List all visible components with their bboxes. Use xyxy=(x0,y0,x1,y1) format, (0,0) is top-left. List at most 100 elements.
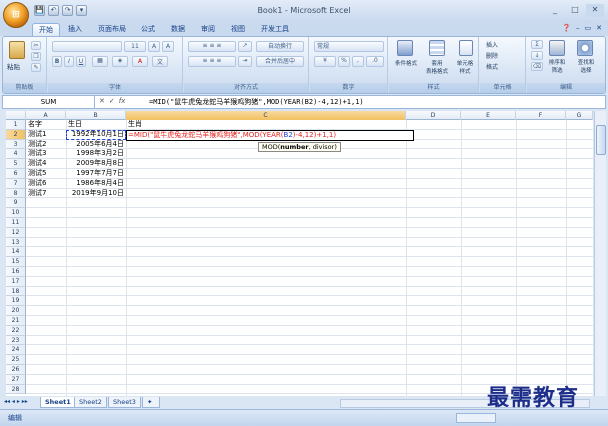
font-color-icon[interactable]: A xyxy=(132,56,148,67)
cancel-icon[interactable]: ✕ xyxy=(99,97,105,105)
minimize-button[interactable]: _ xyxy=(546,4,564,17)
column-header-e[interactable]: E xyxy=(461,111,516,120)
cut-icon[interactable]: ✂ xyxy=(31,41,41,50)
sheet-tab-3[interactable]: Sheet3 xyxy=(108,397,141,408)
paste-label[interactable]: 粘贴 xyxy=(7,61,20,71)
cell-b1[interactable]: 生日 xyxy=(68,120,124,130)
cell-b4[interactable]: 1998年3月2日 xyxy=(68,149,124,159)
format-cells-button[interactable]: 格式 xyxy=(486,62,498,71)
cell-a4[interactable]: 测试3 xyxy=(28,149,64,159)
row-header-15[interactable]: 15 xyxy=(6,257,26,267)
decimal-icon[interactable]: .0 xyxy=(366,56,384,67)
cell-c1[interactable]: 生肖 xyxy=(128,120,404,130)
column-header-d[interactable]: D xyxy=(406,111,461,120)
italic-icon[interactable]: I xyxy=(64,56,74,67)
office-button[interactable]: ⊞ xyxy=(3,2,29,28)
column-header-c[interactable]: C xyxy=(126,111,406,120)
row-header-21[interactable]: 21 xyxy=(6,316,26,326)
tab-view[interactable]: 视图 xyxy=(225,23,251,36)
find-select-label[interactable]: 查找和 选择 xyxy=(571,58,601,74)
row-header-24[interactable]: 24 xyxy=(6,345,26,356)
row-header-5[interactable]: 5 xyxy=(6,159,26,169)
mini-minimize-icon[interactable]: – xyxy=(576,24,580,32)
name-box[interactable]: SUM xyxy=(3,96,95,108)
row-header-11[interactable]: 11 xyxy=(6,218,26,228)
tab-developer[interactable]: 开发工具 xyxy=(255,23,295,36)
table-format-icon[interactable] xyxy=(429,40,445,56)
cell-a2[interactable]: 测试1 xyxy=(28,130,64,140)
shrink-font-icon[interactable]: A xyxy=(162,41,174,52)
tab-insert[interactable]: 插入 xyxy=(62,23,88,36)
wrap-text-button[interactable]: 自动换行 xyxy=(256,41,304,52)
function-tooltip[interactable]: MOD(number, divisor) xyxy=(258,141,341,152)
row-header-25[interactable]: 25 xyxy=(6,355,26,365)
row-header-17[interactable]: 17 xyxy=(6,276,26,287)
orientation-icon[interactable]: ↗ xyxy=(238,41,252,52)
number-format-select[interactable]: 常规 xyxy=(314,41,384,52)
row-header-9[interactable]: 9 xyxy=(6,198,26,209)
row-header-23[interactable]: 23 xyxy=(6,335,26,346)
bold-icon[interactable]: B xyxy=(52,56,62,67)
font-name-select[interactable] xyxy=(52,41,122,52)
worksheet-grid[interactable]: ABCDEFGH 1234567891011121314151617181920… xyxy=(6,111,593,396)
cell-a5[interactable]: 测试4 xyxy=(28,159,64,169)
cell-a6[interactable]: 测试5 xyxy=(28,169,64,179)
column-header-f[interactable]: F xyxy=(516,111,566,120)
row-header-6[interactable]: 6 xyxy=(6,169,26,179)
row-header-3[interactable]: 3 xyxy=(6,139,26,150)
cell-b5[interactable]: 2009年8月8日 xyxy=(68,159,124,169)
fill-color-icon[interactable]: ◈ xyxy=(112,56,128,67)
cell-b6[interactable]: 1997年7月7日 xyxy=(68,169,124,179)
row-header-18[interactable]: 18 xyxy=(6,286,26,297)
row-header-7[interactable]: 7 xyxy=(6,178,26,189)
insert-function-icon[interactable]: fx xyxy=(119,97,126,105)
cell-style-label[interactable]: 单元格 样式 xyxy=(451,59,479,75)
mini-restore-icon[interactable]: ▭ xyxy=(585,24,592,32)
row-header-8[interactable]: 8 xyxy=(6,188,26,199)
row-header-27[interactable]: 27 xyxy=(6,374,26,385)
comma-icon[interactable]: , xyxy=(352,56,364,67)
font-size-select[interactable]: 11 xyxy=(124,41,146,52)
tab-page-layout[interactable]: 页面布局 xyxy=(92,23,132,36)
vertical-align-icons[interactable]: ≡ ≡ ≡ xyxy=(188,41,236,52)
new-sheet-icon[interactable]: ✦ xyxy=(142,397,160,408)
cell-a7[interactable]: 测试6 xyxy=(28,179,64,189)
enter-icon[interactable]: ✓ xyxy=(109,97,115,105)
row-header-19[interactable]: 19 xyxy=(6,296,26,307)
currency-icon[interactable]: ¥ xyxy=(314,56,336,67)
delete-cells-button[interactable]: 删除 xyxy=(486,51,498,60)
column-header-b[interactable]: B xyxy=(66,111,126,120)
clear-icon[interactable]: ⌫ xyxy=(531,62,543,71)
paste-icon[interactable] xyxy=(9,41,25,59)
help-icon[interactable]: ❓ xyxy=(562,24,571,32)
row-header-16[interactable]: 16 xyxy=(6,267,26,277)
row-header-20[interactable]: 20 xyxy=(6,306,26,316)
select-all-corner[interactable] xyxy=(6,111,26,120)
mini-close-icon[interactable]: ✕ xyxy=(596,24,602,32)
sheet-tab-1[interactable]: Sheet1 xyxy=(40,397,76,408)
cell-style-icon[interactable] xyxy=(459,40,473,56)
conditional-format-icon[interactable] xyxy=(397,40,413,56)
row-header-22[interactable]: 22 xyxy=(6,325,26,336)
percent-icon[interactable]: % xyxy=(338,56,350,67)
underline-icon[interactable]: U xyxy=(76,56,86,67)
cell-a3[interactable]: 测试2 xyxy=(28,140,64,150)
column-header-g[interactable]: G xyxy=(566,111,593,120)
row-header-12[interactable]: 12 xyxy=(6,227,26,238)
tab-data[interactable]: 数据 xyxy=(165,23,191,36)
table-format-label[interactable]: 套用 表格格式 xyxy=(421,59,453,75)
tab-review[interactable]: 审阅 xyxy=(195,23,221,36)
copy-icon[interactable]: ❐ xyxy=(31,52,41,61)
find-select-icon[interactable] xyxy=(577,40,593,56)
maximize-button[interactable]: □ xyxy=(566,4,584,17)
formula-input[interactable]: =MID("鼠牛虎兔龙蛇马羊猴鸡狗猪",MOD(YEAR(B2)-4,12)+1… xyxy=(149,96,364,109)
border-icon[interactable]: ▦ xyxy=(92,56,108,67)
active-cell-c2-editor[interactable]: =MID("鼠牛虎兔龙蛇马羊猴鸡狗猪",MOD(YEAR(B2)-4,12)+1… xyxy=(126,129,414,141)
row-header-4[interactable]: 4 xyxy=(6,149,26,160)
cell-b7[interactable]: 1986年8月4日 xyxy=(68,179,124,189)
sheet-tab-2[interactable]: Sheet2 xyxy=(74,397,107,408)
sort-filter-icon[interactable] xyxy=(549,40,565,56)
row-header-26[interactable]: 26 xyxy=(6,365,26,375)
conditional-format-label[interactable]: 条件格式 xyxy=(391,59,421,67)
row-header-1[interactable]: 1 xyxy=(6,120,26,130)
